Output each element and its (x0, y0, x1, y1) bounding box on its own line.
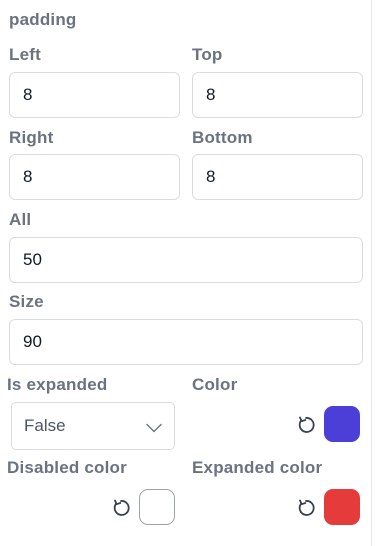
size-input[interactable] (9, 319, 363, 365)
expanded-color-swatch[interactable] (324, 489, 360, 525)
size-label: Size (9, 292, 44, 311)
disabled-color-swatch[interactable] (139, 489, 175, 525)
bottom-input[interactable] (192, 154, 363, 200)
bottom-label: Bottom (192, 128, 253, 147)
is-expanded-select[interactable]: False (11, 402, 175, 450)
all-label: All (9, 210, 32, 229)
reset-icon[interactable] (295, 414, 317, 436)
expanded-color-label: Expanded color (192, 458, 323, 477)
top-input[interactable] (192, 72, 363, 118)
left-label: Left (9, 45, 41, 64)
is-expanded-value: False (24, 416, 66, 435)
reset-icon[interactable] (110, 497, 132, 519)
properties-panel: padding Left Top Right Bottom All Size I… (0, 0, 372, 546)
right-label: Right (9, 128, 54, 147)
top-label: Top (192, 45, 223, 64)
disabled-color-label: Disabled color (7, 458, 127, 477)
color-label: Color (192, 375, 238, 394)
reset-icon[interactable] (295, 497, 317, 519)
chevron-down-icon (146, 420, 162, 438)
section-title: padding (9, 10, 77, 29)
all-input[interactable] (9, 237, 363, 283)
is-expanded-label: Is expanded (7, 375, 108, 394)
color-swatch[interactable] (324, 406, 360, 442)
left-input[interactable] (9, 72, 180, 118)
right-input[interactable] (9, 154, 180, 200)
